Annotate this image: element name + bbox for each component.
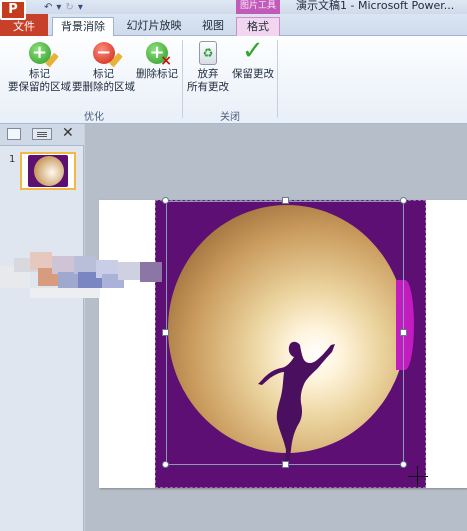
resize-handle-top-left[interactable] [162, 197, 169, 204]
pixelated-overlay [0, 248, 170, 308]
mark-keep-line1: 标记 [29, 68, 50, 80]
discard-all-changes-button[interactable]: ♻ 放弃 所有更改 [187, 40, 229, 94]
group-label-close: 关闭 [220, 112, 240, 123]
resize-handle-top[interactable] [282, 197, 289, 204]
resize-handle-right[interactable] [400, 329, 407, 336]
resize-handle-left[interactable] [162, 329, 169, 336]
ribbon: + 标记 要保留的区域 − 标记 要删除的区域 + × 删除标记 优化 ♻ 放弃 … [0, 36, 467, 124]
resize-handle-bottom-left[interactable] [162, 461, 169, 468]
delete-mark-label: 删除标记 [136, 68, 178, 80]
slide-number: 1 [9, 154, 16, 165]
slides-pane: ✕ 1 [0, 124, 84, 531]
mark-keep-line2: 要保留的区域 [8, 81, 71, 93]
group-separator [182, 40, 183, 118]
customize-qat-icon[interactable]: ▾ [78, 2, 83, 13]
undo-icon[interactable]: ↶ [44, 2, 52, 13]
discard-line1: 放弃 [197, 68, 219, 80]
minus-pencil-icon: − [91, 40, 123, 68]
discard-line2: 所有更改 [187, 81, 229, 93]
keep-changes-button[interactable]: ✓ 保留更改 [232, 36, 274, 81]
title-bar: P ↶ ▾ ↻ ▾ 图片工具 演示文稿1 - Microsoft Power..… [0, 0, 467, 20]
check-icon: ✓ [242, 36, 264, 66]
group-separator [277, 40, 278, 118]
pane-tabs: ✕ [0, 124, 84, 146]
selection-marquee[interactable] [166, 201, 404, 465]
undo-dropdown-icon[interactable]: ▾ [56, 2, 61, 13]
delete-mark-icon: + × [144, 40, 172, 68]
tab-background-removal[interactable]: 背景消除 [52, 17, 114, 37]
crosshair-cursor-icon [408, 466, 428, 486]
resize-handle-bottom-right[interactable] [400, 461, 407, 468]
close-pane-icon[interactable]: ✕ [62, 125, 74, 141]
redo-icon[interactable]: ↻ [65, 2, 73, 13]
mark-areas-to-keep-button[interactable]: + 标记 要保留的区域 [8, 40, 71, 94]
window-title: 演示文稿1 - Microsoft Power... [296, 0, 455, 12]
tab-view[interactable]: 视图 [196, 17, 230, 36]
ribbon-tabs: 文件 背景消除 幻灯片放映 视图 格式 [0, 14, 467, 37]
resize-handle-top-right[interactable] [400, 197, 407, 204]
group-label-refine: 优化 [84, 112, 104, 123]
resize-handle-bottom[interactable] [282, 461, 289, 468]
mark-areas-to-remove-button[interactable]: − 标记 要删除的区域 [72, 40, 135, 94]
keep-changes-label: 保留更改 [232, 68, 274, 80]
outline-tab-icon[interactable] [32, 128, 52, 140]
tab-format[interactable]: 格式 [236, 17, 280, 36]
mark-remove-line1: 标记 [93, 68, 114, 80]
mark-remove-line2: 要删除的区域 [72, 81, 135, 93]
powerpoint-app-icon[interactable]: P [0, 0, 26, 20]
delete-mark-button[interactable]: + × 删除标记 [136, 40, 178, 81]
recycle-bin-icon: ♻ [195, 40, 221, 66]
plus-pencil-icon: + [27, 40, 59, 68]
slide-thumbnail[interactable] [20, 152, 76, 190]
tab-slide-show[interactable]: 幻灯片放映 [124, 17, 184, 36]
slides-tab-icon[interactable] [7, 128, 21, 140]
thumbnail-image [28, 155, 68, 187]
quick-access-toolbar: ↶ ▾ ↻ ▾ [30, 0, 83, 14]
picture-tools-context-group: 图片工具 [236, 0, 280, 14]
